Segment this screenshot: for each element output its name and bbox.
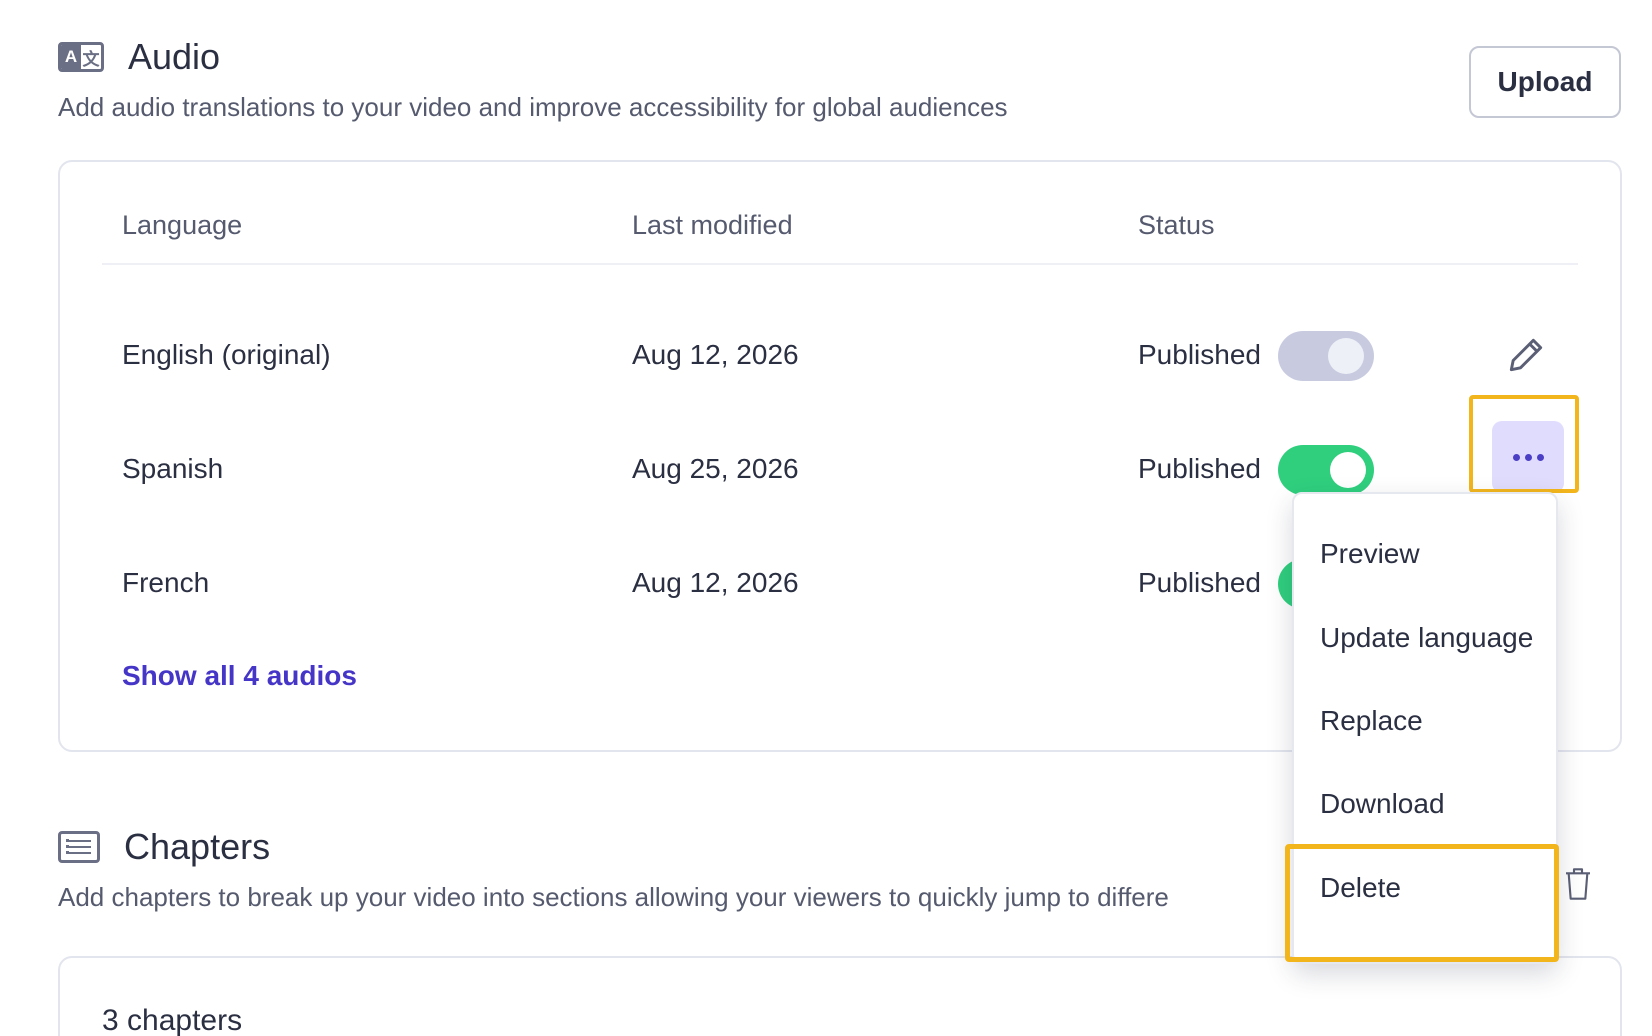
table-row: English (original) Aug 12, 2026 Publishe… [60, 325, 1620, 385]
row-last-modified: Aug 12, 2026 [632, 567, 799, 598]
row-language: French [122, 567, 210, 598]
chapters-description: Add chapters to break up your video into… [58, 882, 1169, 912]
table-row: Spanish Aug 25, 2026 Published [60, 421, 1620, 499]
chapters-section-header: Chapters Add chapters to break up your v… [58, 826, 1169, 913]
row-status: Published [1138, 567, 1261, 598]
list-icon [58, 831, 100, 863]
audio-description: Add audio translations to your video and… [58, 92, 1008, 122]
row-last-modified: Aug 12, 2026 [632, 339, 799, 370]
page: A 文 Audio Add audio translations to your… [0, 0, 1652, 1036]
trash-icon[interactable] [1562, 866, 1594, 902]
row-language: English (original) [122, 339, 331, 370]
chapters-count: 3 chapters [102, 1004, 243, 1036]
table-header: Language Last modified Status [60, 210, 1620, 250]
menu-item-replace[interactable]: Replace [1320, 705, 1423, 737]
pencil-icon[interactable] [1504, 333, 1548, 377]
delete-highlight [1285, 844, 1559, 962]
audio-title: Audio [128, 36, 221, 77]
show-all-audios-link[interactable]: Show all 4 audios [122, 660, 357, 692]
upload-button[interactable]: Upload [1469, 46, 1621, 118]
menu-item-update-language[interactable]: Update language [1320, 622, 1533, 654]
row-status: Published [1138, 339, 1261, 370]
column-language: Language [122, 210, 243, 240]
column-status: Status [1138, 210, 1215, 240]
chapters-card: 3 chapters [58, 956, 1622, 1036]
row-language: Spanish [122, 453, 224, 484]
audio-section-header: A 文 Audio Add audio translations to your… [58, 36, 1008, 123]
more-button-highlight [1469, 395, 1579, 493]
translate-icon: A 文 [58, 42, 104, 72]
publish-toggle[interactable] [1278, 331, 1374, 381]
row-status: Published [1138, 453, 1261, 484]
column-last-modified: Last modified [632, 210, 793, 240]
menu-item-download[interactable]: Download [1320, 788, 1445, 820]
publish-toggle[interactable] [1278, 445, 1374, 495]
chapters-title: Chapters [124, 826, 271, 867]
row-last-modified: Aug 25, 2026 [632, 453, 799, 484]
menu-item-preview[interactable]: Preview [1320, 538, 1420, 570]
header-divider [102, 263, 1578, 265]
